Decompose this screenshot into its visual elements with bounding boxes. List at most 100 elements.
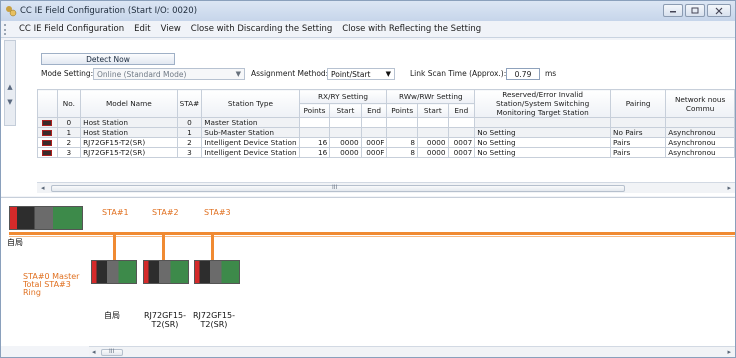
sta2-label: STA#2 (152, 208, 179, 217)
scroll-right-icon[interactable]: ▸ (727, 184, 731, 192)
chevron-down-icon: ▼ (385, 70, 391, 78)
close-button[interactable] (707, 4, 731, 17)
rw-points-header[interactable]: Points (386, 103, 419, 118)
no-cell: 2 (56, 137, 82, 148)
rw-end-header[interactable]: End (447, 103, 476, 118)
table-row[interactable]: 2 RJ72GF15-T2(SR) 2 Intelligent Device S… (37, 137, 735, 148)
rw-start-header[interactable]: Start (417, 103, 449, 118)
sta-column-header[interactable]: STA# (176, 89, 203, 118)
table-scroll-thumb[interactable]: III (51, 184, 625, 192)
rx-points-cell[interactable]: 16 (298, 137, 331, 148)
rx-end-cell: 000F (360, 137, 388, 148)
mode-setting-select: Online (Standard Mode) ▼ (93, 68, 245, 80)
menu-view[interactable]: View (156, 24, 186, 34)
rw-points-cell[interactable]: 8 (386, 137, 419, 148)
scroll-left-icon[interactable]: ◂ (41, 184, 45, 192)
pairing-cell[interactable]: No Pairs (609, 127, 667, 138)
table-row[interactable]: 3 RJ72GF15-T2(SR) 3 Intelligent Device S… (37, 147, 735, 158)
menu-bar: CC IE Field Configuration Edit View Clos… (1, 21, 735, 38)
station-2-plc-icon[interactable] (143, 260, 189, 284)
rx-points-header[interactable]: Points (298, 103, 331, 118)
network-cell[interactable]: Asynchronou (665, 137, 735, 148)
diagram-scroll-thumb[interactable]: III (101, 348, 123, 356)
plc-module-icon (42, 140, 53, 146)
reserved-cell (474, 117, 611, 128)
host-station-plc-icon[interactable] (9, 206, 83, 230)
rx-points-cell[interactable]: 16 (298, 147, 331, 158)
assignment-method-select[interactable]: Point/Start ▼ (327, 68, 395, 80)
no-cell: 3 (56, 147, 82, 158)
scroll-thumb-grip: III (332, 184, 338, 191)
rw-start-cell[interactable]: 0000 (417, 137, 449, 148)
menu-edit[interactable]: Edit (129, 24, 155, 34)
sta-cell: 1 (176, 127, 203, 138)
plc-module-icon (42, 150, 53, 156)
rx-start-cell[interactable]: 0000 (329, 147, 362, 158)
host-station-label: 自局 (7, 238, 23, 247)
station-icon-cell (37, 137, 58, 148)
rw-points-cell[interactable] (386, 117, 419, 128)
rx-points-cell[interactable] (298, 117, 331, 128)
rw-start-cell[interactable]: 0000 (417, 147, 449, 158)
menu-cc-ie-field-configuration[interactable]: CC IE Field Configuration (14, 24, 129, 34)
rx-end-cell (360, 117, 388, 128)
rxry-setting-header[interactable]: RX/RY Setting (298, 89, 388, 104)
maximize-button[interactable] (685, 4, 705, 17)
station-host-plc-icon[interactable] (91, 260, 137, 284)
sta3-connection-line (211, 232, 214, 260)
type-cell[interactable]: Intelligent Device Station (201, 147, 300, 158)
detect-now-button[interactable]: Detect Now (41, 53, 175, 65)
reserved-column-header[interactable]: Reserved/Error Invalid Station/System Sw… (474, 89, 611, 118)
station-type-column-header[interactable]: Station Type (201, 89, 300, 118)
network-cell[interactable]: Asynchronou (665, 127, 735, 138)
no-column-header[interactable]: No. (56, 89, 82, 118)
sta-cell[interactable]: 3 (176, 147, 203, 158)
rwwrwr-setting-header[interactable]: RWw/RWr Setting (386, 89, 476, 104)
network-column-header[interactable]: Network nous Commu (665, 89, 735, 118)
mode-setting-label: Mode Setting: (41, 69, 94, 78)
type-cell: Sub-Master Station (201, 127, 300, 138)
scroll-left-icon[interactable]: ◂ (92, 348, 96, 356)
rx-points-cell[interactable] (298, 127, 331, 138)
reserved-cell[interactable]: No Setting (474, 137, 611, 148)
type-cell[interactable]: Intelligent Device Station (201, 137, 300, 148)
rx-start-cell[interactable]: 0000 (329, 137, 362, 148)
station-3-plc-icon[interactable] (194, 260, 240, 284)
sta3-label: STA#3 (204, 208, 231, 217)
rx-end-header[interactable]: End (360, 103, 388, 118)
network-cell[interactable]: Asynchronou (665, 147, 735, 158)
chevron-down-icon: ▼ (235, 70, 241, 78)
model-name-column-header[interactable]: Model Name (80, 89, 178, 118)
scroll-down-icon[interactable]: ▼ (5, 96, 15, 107)
sta-cell[interactable]: 2 (176, 137, 203, 148)
scroll-thumb-grip: III (109, 348, 115, 355)
network-bus-line-2 (9, 236, 735, 237)
pairing-cell[interactable]: Pairs (609, 137, 667, 148)
table-row[interactable]: 0 Host Station 0 Master Station (37, 117, 735, 128)
model-cell: Host Station (80, 127, 178, 138)
diagram-horizontal-scrollbar[interactable]: ◂ III ▸ (89, 346, 735, 357)
pairing-cell[interactable]: Pairs (609, 147, 667, 158)
rw-points-cell[interactable]: 8 (386, 147, 419, 158)
table-row[interactable]: 1 Host Station 1 Sub-Master Station No S… (37, 127, 735, 138)
app-icon (6, 6, 17, 17)
type-cell: Master Station (201, 117, 300, 128)
minimize-button[interactable] (663, 4, 683, 17)
plc-module-icon (42, 130, 53, 136)
menu-close-reflect[interactable]: Close with Reflecting the Setting (337, 24, 486, 34)
menu-close-discard[interactable]: Close with Discarding the Setting (186, 24, 337, 34)
reserved-cell[interactable]: No Setting (474, 147, 611, 158)
reserved-cell[interactable]: No Setting (474, 127, 611, 138)
row-scroll-buttons[interactable]: ▲ ▼ (4, 40, 16, 126)
table-horizontal-scrollbar[interactable]: ◂ III ▸ (37, 182, 735, 193)
scroll-up-icon[interactable]: ▲ (5, 81, 15, 92)
sta1-connection-line (113, 232, 116, 260)
rw-points-cell[interactable] (386, 127, 419, 138)
pairing-column-header[interactable]: Pairing (609, 89, 667, 118)
link-scan-time-field: 0.79 (506, 68, 540, 80)
rx-end-cell: 000F (360, 147, 388, 158)
icon-column-header (37, 89, 58, 118)
scroll-right-icon[interactable]: ▸ (727, 348, 731, 356)
rx-start-header[interactable]: Start (329, 103, 362, 118)
sta1-label: STA#1 (102, 208, 129, 217)
